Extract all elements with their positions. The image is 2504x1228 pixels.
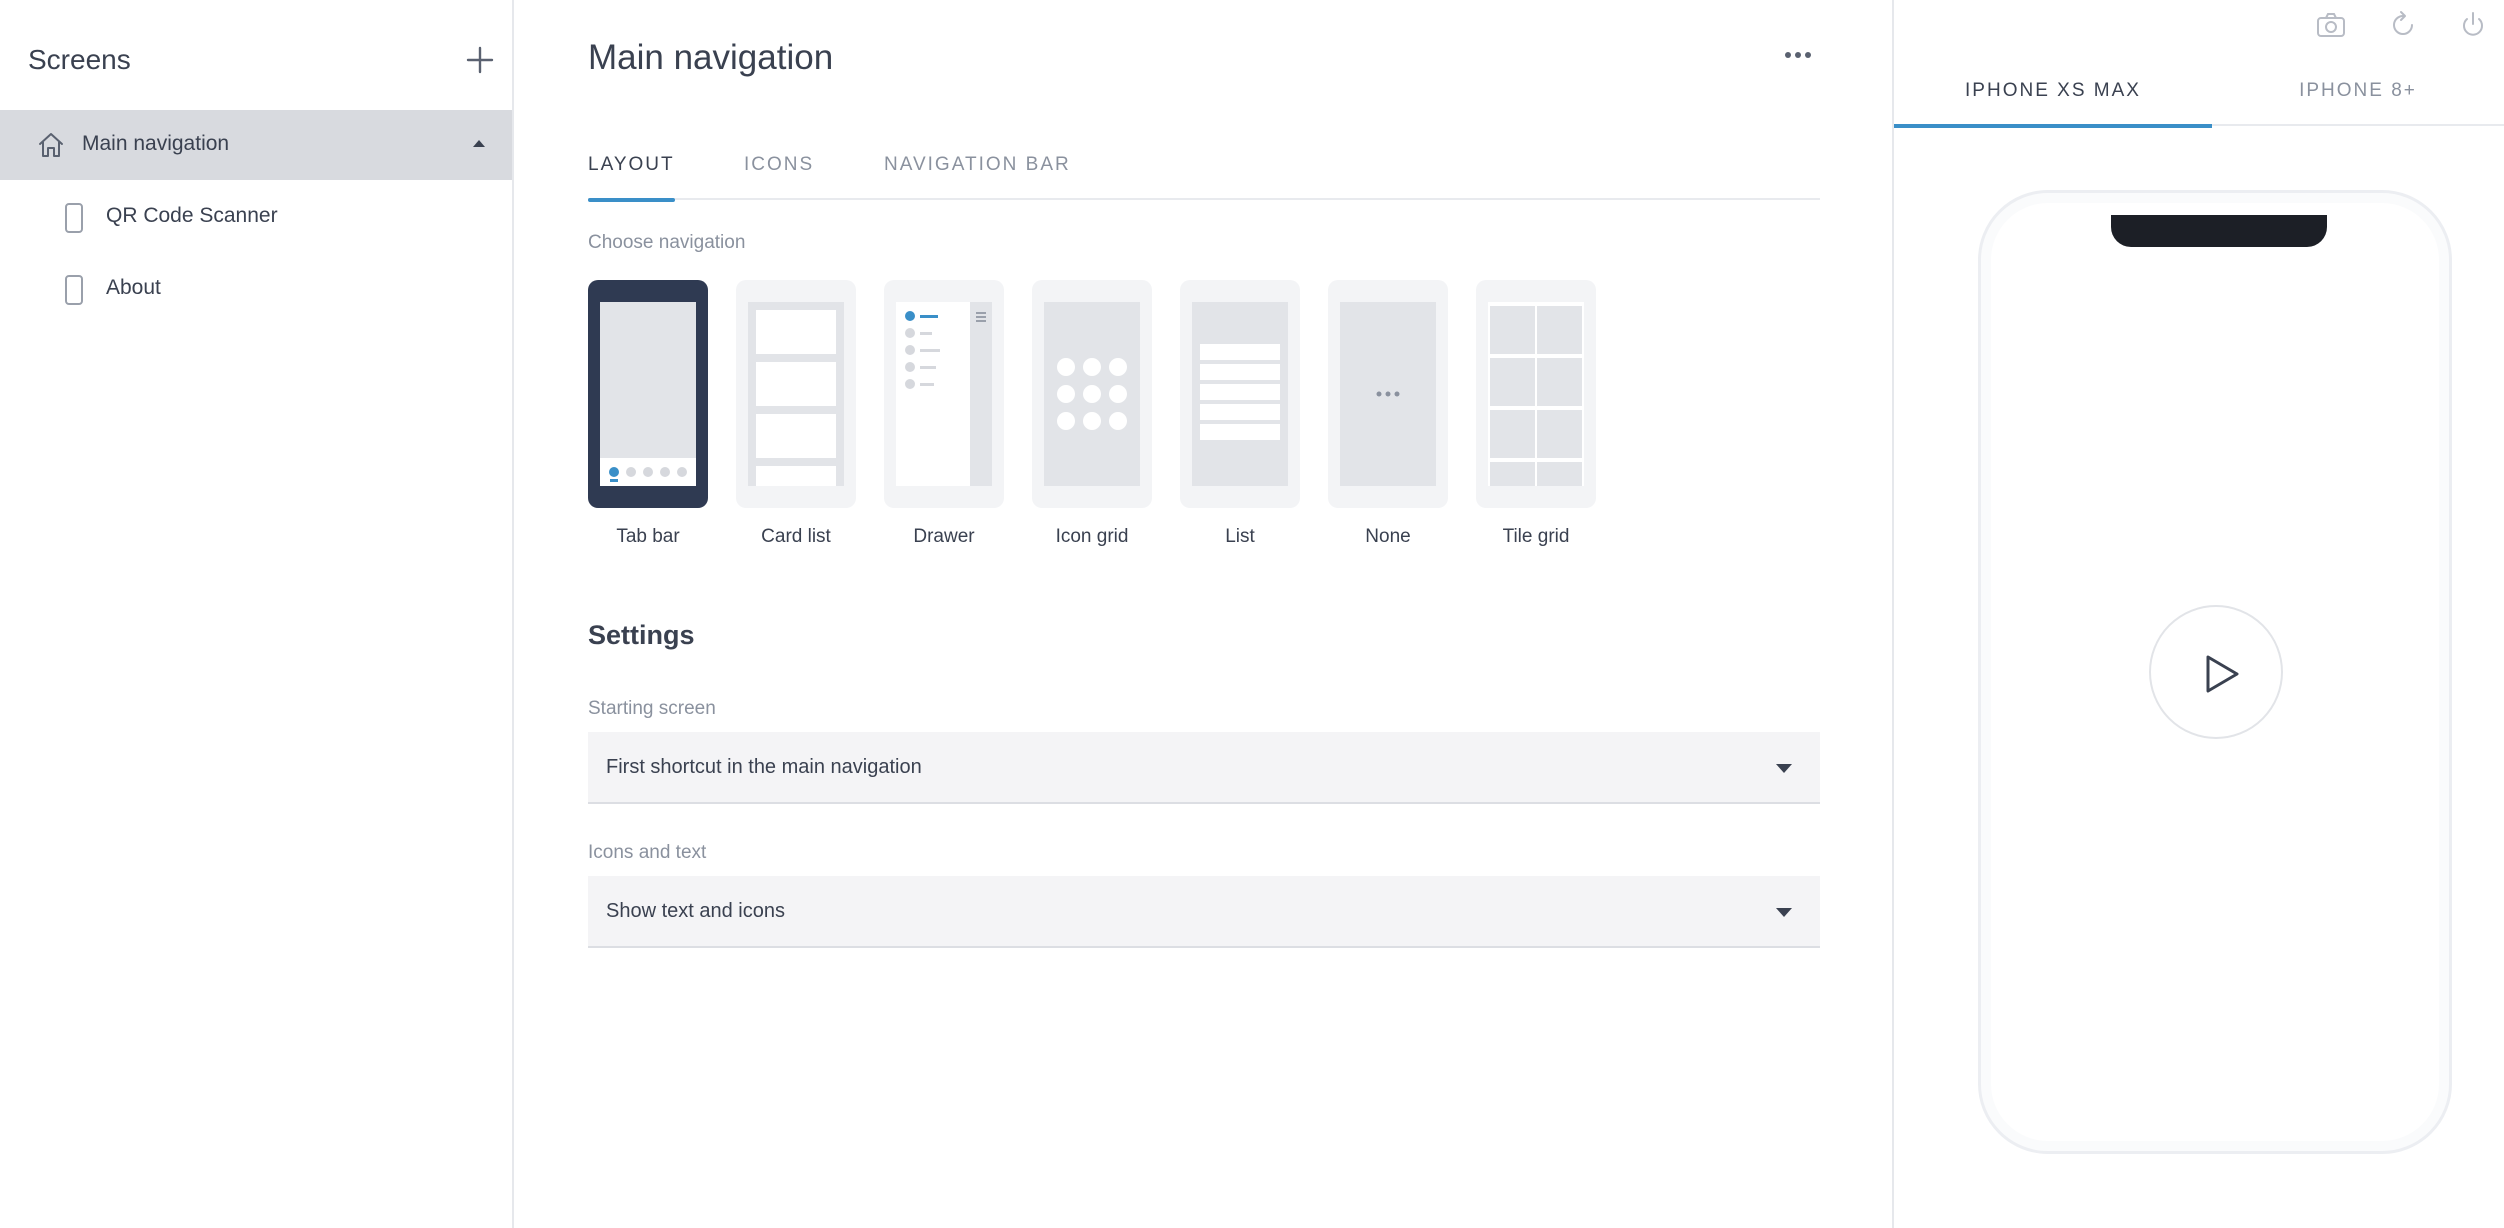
layout-option-icon-grid[interactable]: Icon grid — [1032, 280, 1152, 550]
play-icon — [2206, 655, 2239, 693]
tab-navigation-bar[interactable]: NAVIGATION BAR — [884, 154, 1071, 200]
layout-option-drawer[interactable]: Drawer — [884, 280, 1004, 550]
phone-screen-icon — [65, 275, 83, 305]
device-notch — [2111, 215, 2327, 247]
none-thumbnail — [1328, 280, 1448, 508]
refresh-icon[interactable] — [2386, 8, 2420, 42]
screens-sidebar: Screens Main navigation QR Code Scanner … — [0, 0, 514, 1228]
caret-down-icon — [1776, 764, 1792, 773]
home-icon — [39, 133, 63, 157]
icons-and-text-select[interactable]: Show text and icons — [588, 876, 1820, 948]
iphone-device-frame — [1978, 190, 2452, 1154]
layout-option-label: List — [1225, 526, 1255, 547]
choose-navigation-label: Choose navigation — [588, 232, 746, 253]
tab-iphone-8-plus[interactable]: IPHONE 8+ — [2212, 80, 2504, 126]
layout-option-tile-grid[interactable]: Tile grid — [1476, 280, 1596, 550]
layout-option-card-list[interactable]: Card list — [736, 280, 856, 550]
sidebar-title: Screens — [28, 44, 131, 75]
sidebar-item-about[interactable]: About — [0, 254, 512, 324]
power-icon[interactable] — [2456, 8, 2490, 42]
layout-option-list[interactable]: List — [1180, 280, 1300, 550]
layout-option-tab-bar[interactable]: Tab bar — [588, 280, 708, 550]
sidebar-item-label: About — [106, 276, 161, 299]
add-screen-icon[interactable] — [462, 42, 498, 78]
phone-screen-icon — [65, 203, 83, 233]
layout-option-label: Card list — [761, 526, 831, 547]
sidebar-item-main-navigation[interactable]: Main navigation — [0, 110, 512, 180]
starting-screen-value: First shortcut in the main navigation — [606, 756, 922, 778]
icons-and-text-value: Show text and icons — [606, 900, 785, 922]
sidebar-header: Screens — [0, 0, 512, 110]
settings-tabs: LAYOUT ICONS NAVIGATION BAR — [588, 150, 1820, 202]
card-list-thumbnail — [736, 280, 856, 508]
layout-option-label: Icon grid — [1055, 526, 1129, 547]
main-panel: Main navigation LAYOUT ICONS NAVIGATION … — [516, 0, 1892, 1228]
layout-option-label: None — [1365, 526, 1411, 547]
device-preview-panel: IPHONE XS MAX IPHONE 8+ — [1892, 0, 2504, 1228]
sidebar-item-label: Main navigation — [82, 132, 230, 155]
layout-option-label: Tab bar — [616, 526, 680, 547]
tab-bar-thumbnail — [588, 280, 708, 508]
caret-down-icon — [1776, 908, 1792, 917]
icon-grid-thumbnail — [1032, 280, 1152, 508]
layout-option-label: Tile grid — [1502, 526, 1570, 547]
tab-icons[interactable]: ICONS — [744, 154, 814, 200]
tile-grid-thumbnail — [1476, 280, 1596, 508]
camera-icon[interactable] — [2314, 8, 2348, 42]
page-title: Main navigation — [588, 38, 834, 77]
sidebar-item-label: QR Code Scanner — [106, 204, 278, 227]
list-thumbnail — [1180, 280, 1300, 508]
more-options-icon[interactable] — [1778, 40, 1818, 70]
tab-layout[interactable]: LAYOUT — [588, 154, 675, 202]
device-tabs: IPHONE XS MAX IPHONE 8+ — [1894, 60, 2504, 128]
starting-screen-select[interactable]: First shortcut in the main navigation — [588, 732, 1820, 804]
settings-heading: Settings — [588, 620, 695, 650]
starting-screen-label: Starting screen — [588, 698, 716, 719]
layout-option-label: Drawer — [913, 526, 975, 547]
sidebar-item-qr-code-scanner[interactable]: QR Code Scanner — [0, 182, 512, 252]
layout-option-none[interactable]: None — [1328, 280, 1448, 550]
drawer-thumbnail — [884, 280, 1004, 508]
play-preview-button[interactable] — [2149, 605, 2283, 739]
icons-and-text-label: Icons and text — [588, 842, 707, 863]
chevron-up-icon[interactable] — [472, 138, 486, 148]
tab-iphone-xs-max[interactable]: IPHONE XS MAX — [1894, 80, 2212, 128]
